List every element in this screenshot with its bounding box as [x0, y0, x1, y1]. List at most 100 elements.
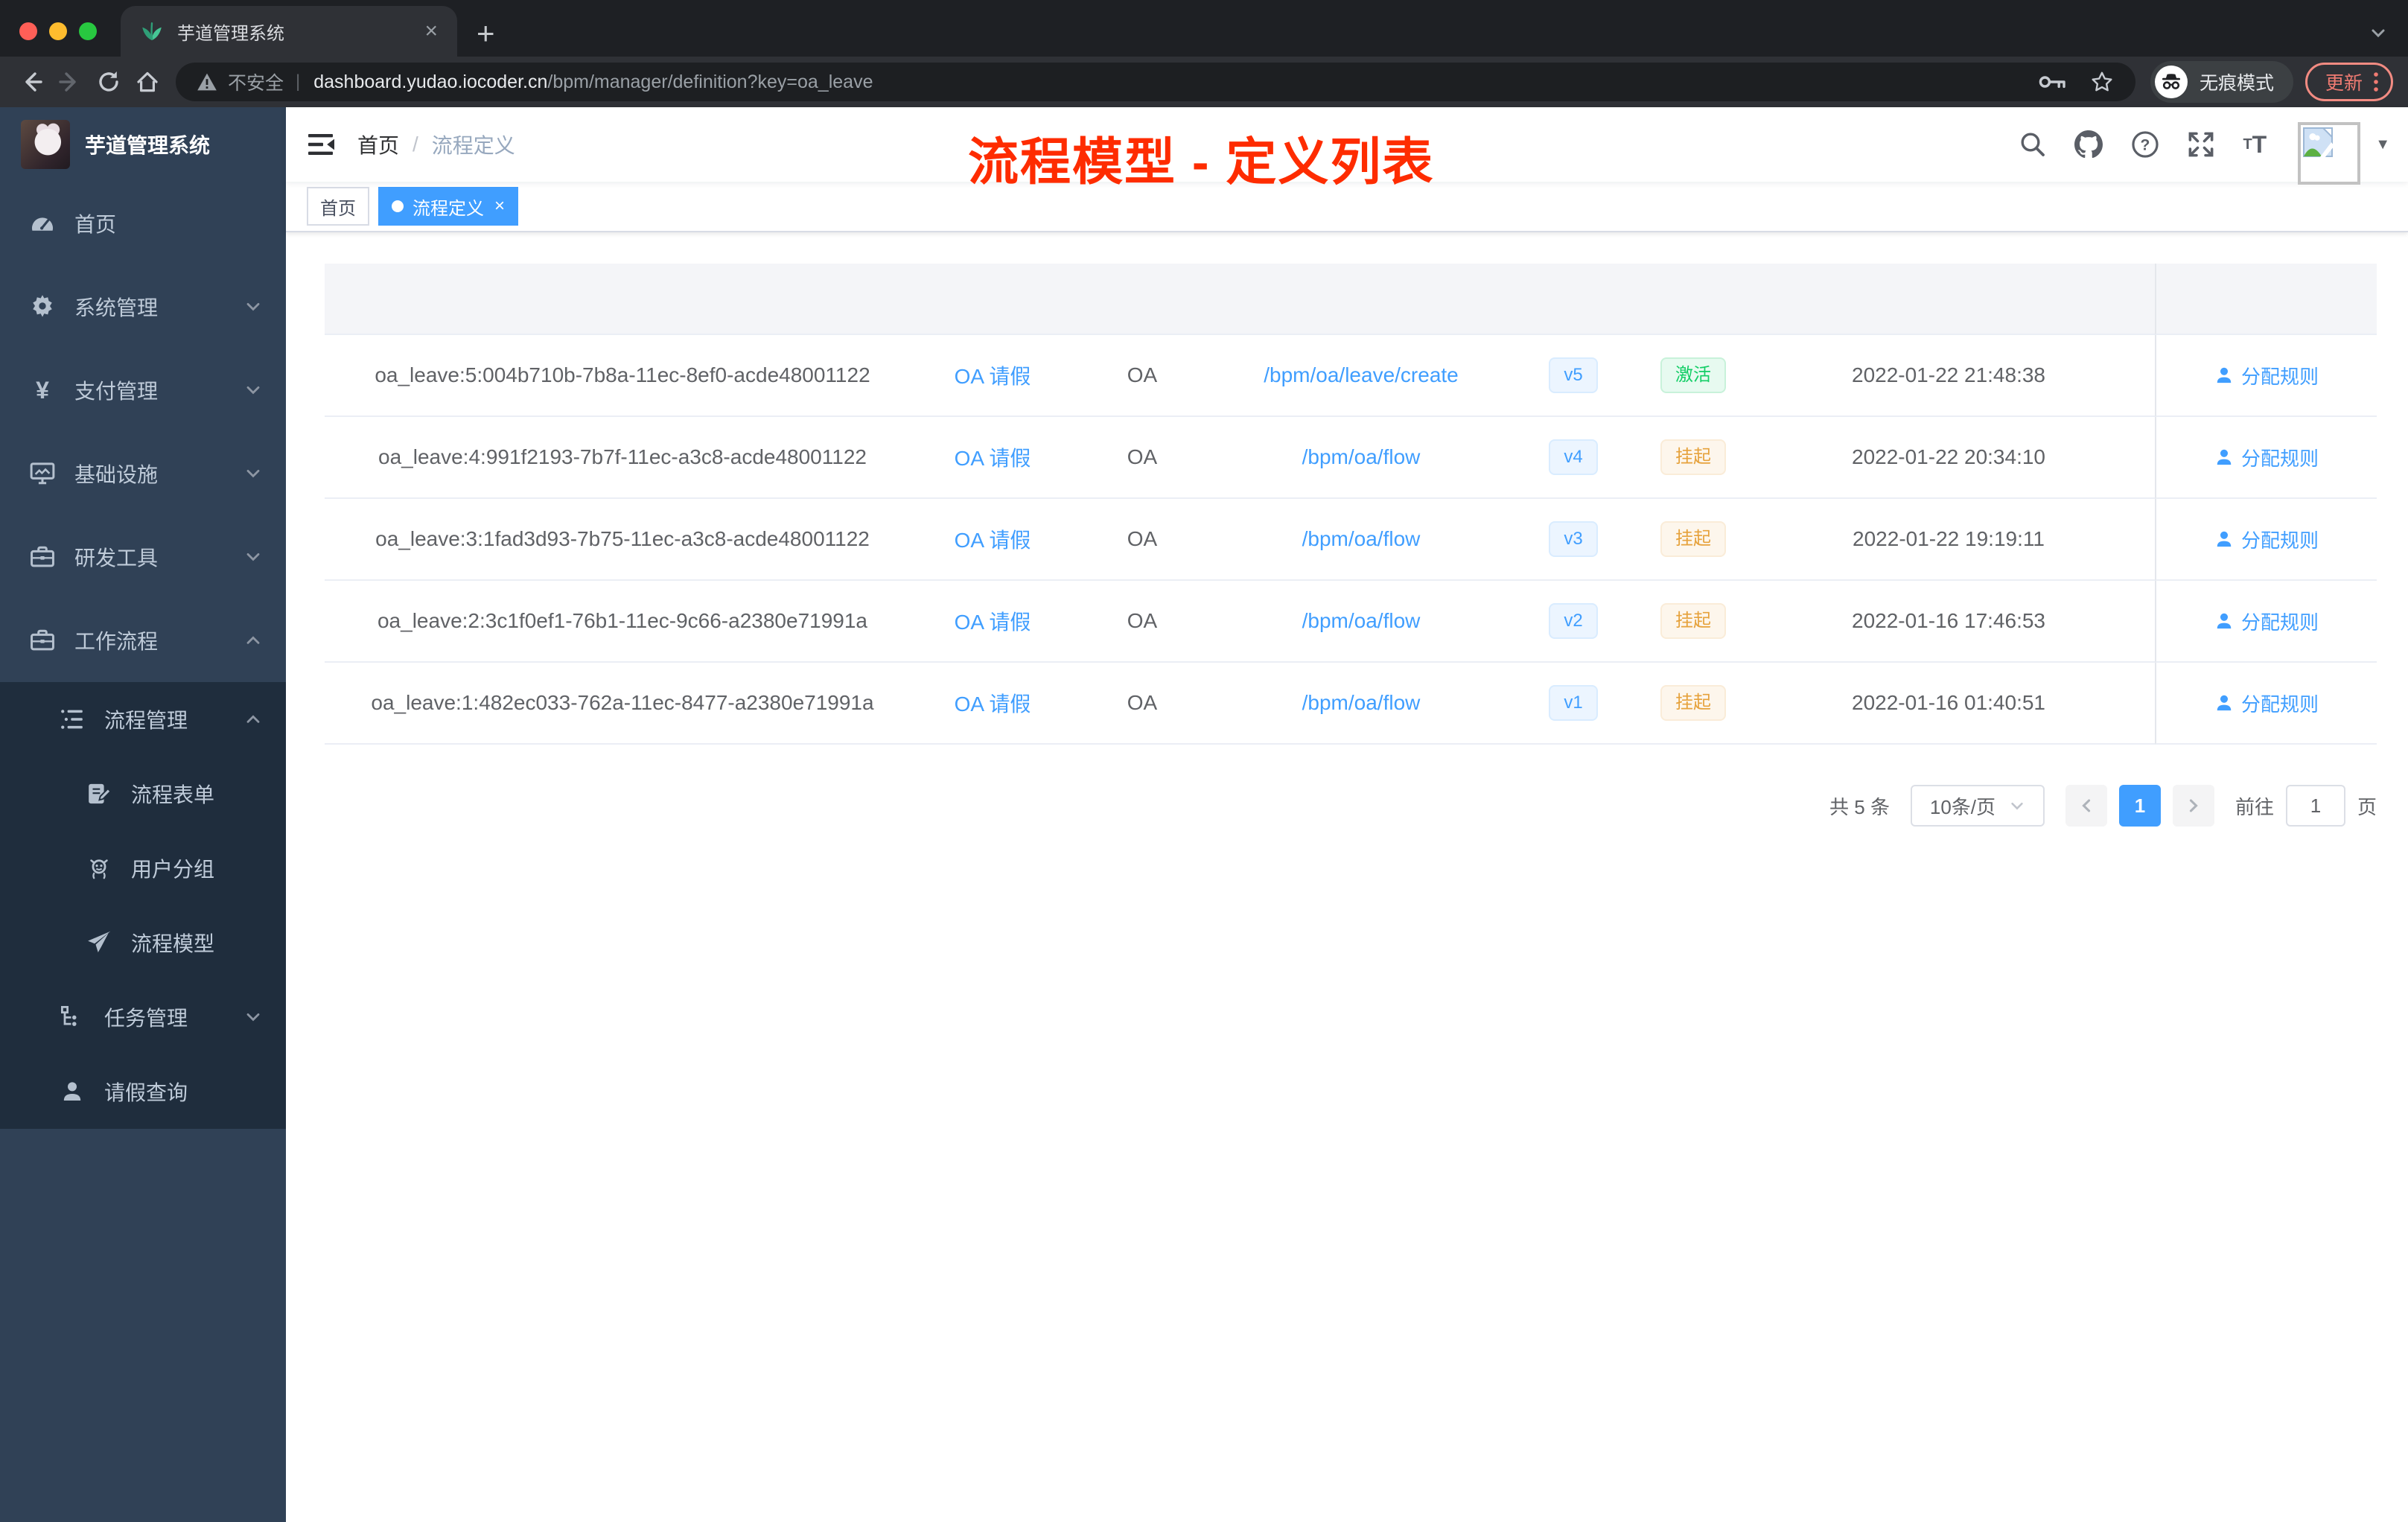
process-version-cell: v3 — [1503, 499, 1644, 581]
sidebar-main-menu: 首页 系统管理 ¥ 支付管理 基础设施 研发工具 工作流程 — [0, 182, 286, 682]
sidebar-collapse-button[interactable] — [286, 107, 357, 182]
status-cell: 挂起 — [1644, 581, 1742, 663]
font-size-icon[interactable]: TT — [2243, 131, 2267, 159]
password-key-icon[interactable] — [2039, 74, 2067, 90]
sidebar-submenu-item[interactable]: 任务管理 — [0, 980, 286, 1054]
definition-name-link[interactable]: OA 请假 — [955, 688, 1031, 718]
next-page-button[interactable] — [2172, 785, 2214, 827]
sidebar-submenu-item[interactable]: 流程模型 — [0, 905, 286, 980]
sidebar-submenu-item[interactable]: 流程表单 — [0, 757, 286, 831]
definition-id-cell: oa_leave:2:3c1f0ef1-76b1-11ec-9c66-a2380… — [325, 581, 920, 663]
status-cell: 挂起 — [1644, 417, 1742, 499]
definition-name-cell: OA 请假 — [920, 417, 1065, 499]
deploy-time-cell: 2022-01-22 21:48:38 — [1742, 335, 2155, 417]
table-header-cell — [1742, 264, 2155, 335]
browser-update-menu-button[interactable]: 更新 — [2305, 63, 2393, 101]
definition-name-cell: OA 请假 — [920, 581, 1065, 663]
tag-item[interactable]: 首页 — [307, 187, 369, 226]
status-cell: 挂起 — [1644, 499, 1742, 581]
actions-cell: 分配规则 — [2155, 663, 2377, 745]
assign-rule-button[interactable]: 分配规则 — [2214, 444, 2319, 471]
actions-cell: 分配规则 — [2155, 335, 2377, 417]
url-path: /bpm/manager/definition?key=oa_leave — [547, 71, 873, 92]
form-info-link[interactable]: /bpm/oa/leave/create — [1264, 363, 1459, 387]
table-header-cell — [920, 264, 1065, 335]
assign-rule-button[interactable]: 分配规则 — [2214, 690, 2319, 717]
browser-tab[interactable]: 芋道管理系统 × — [121, 6, 457, 57]
help-icon[interactable]: ? — [2131, 130, 2159, 159]
deploy-time-cell: 2022-01-16 01:40:51 — [1742, 663, 2155, 745]
page-size-select[interactable]: 10条/页 — [1910, 785, 2045, 827]
assign-rule-label: 分配规则 — [2240, 447, 2319, 470]
user-avatar-menu[interactable]: ▼ — [2298, 104, 2390, 185]
tab-close-icon[interactable]: × — [420, 20, 442, 42]
window-close-button[interactable] — [19, 22, 37, 40]
sidebar-menu-item[interactable]: 基础设施 — [0, 432, 286, 515]
tag-label: 首页 — [320, 198, 356, 219]
current-page-button[interactable]: 1 — [2118, 785, 2161, 827]
new-tab-button[interactable]: + — [477, 18, 495, 49]
window-minimize-button[interactable] — [49, 22, 67, 40]
github-icon[interactable] — [2074, 130, 2103, 159]
app-title: 芋道管理系统 — [85, 134, 211, 157]
actions-cell: 分配规则 — [2155, 499, 2377, 581]
forward-button[interactable] — [51, 63, 89, 101]
assign-rule-button[interactable]: 分配规则 — [2214, 608, 2319, 635]
definition-name-cell: OA 请假 — [920, 499, 1065, 581]
not-secure-warning-icon — [197, 72, 217, 92]
sidebar-menu-item[interactable]: 系统管理 — [0, 265, 286, 348]
table-body: oa_leave:5:004b710b-7b8a-11ec-8ef0-acde4… — [325, 335, 2377, 745]
screenshot-root: 芋道管理系统 × + 不安全 | dashboard.yudao.iocoder… — [0, 0, 2408, 1522]
sidebar-submenu-item[interactable]: 用户分组 — [0, 831, 286, 905]
pagination: 共 5 条 10条/页 1 前往 1 页 — [325, 785, 2377, 827]
definition-name-link[interactable]: OA 请假 — [955, 442, 1031, 472]
form-info-link[interactable]: /bpm/oa/flow — [1302, 609, 1421, 633]
breadcrumb-home[interactable]: 首页 — [357, 130, 399, 159]
goto-page-input[interactable] — [2285, 785, 2345, 827]
sidebar-menu-item[interactable]: ¥ 支付管理 — [0, 348, 286, 432]
reload-button[interactable] — [89, 63, 128, 101]
sidebar-menu-item[interactable]: 研发工具 — [0, 515, 286, 599]
sidebar-menu-item[interactable]: 首页 — [0, 182, 286, 265]
form-info-link[interactable]: /bpm/oa/flow — [1302, 527, 1421, 551]
tag-item[interactable]: 流程定义 × — [378, 187, 519, 226]
table-header-cell — [1220, 264, 1503, 335]
logo-image — [21, 120, 70, 169]
status-cell: 挂起 — [1644, 663, 1742, 745]
table-header-cell — [1065, 264, 1220, 335]
actions-cell: 分配规则 — [2155, 581, 2377, 663]
back-button[interactable] — [12, 63, 51, 101]
assign-rule-button[interactable]: 分配规则 — [2214, 362, 2319, 389]
fullscreen-icon[interactable] — [2188, 131, 2214, 158]
window-controls — [19, 22, 97, 40]
definition-name-link[interactable]: OA 请假 — [955, 524, 1031, 554]
site-favicon-icon — [140, 19, 164, 43]
home-button[interactable] — [128, 63, 167, 101]
sidebar-item-label: 请假查询 — [104, 1081, 188, 1104]
definition-category-cell: OA — [1065, 335, 1220, 417]
definition-name-link[interactable]: OA 请假 — [955, 606, 1031, 636]
definition-category-cell: OA — [1065, 581, 1220, 663]
status-badge: 挂起 — [1660, 602, 1726, 640]
form-info-link[interactable]: /bpm/oa/flow — [1302, 445, 1421, 469]
select-chevron-icon — [2009, 797, 2025, 814]
sidebar-menu-item[interactable]: 工作流程 — [0, 599, 286, 682]
prev-page-button[interactable] — [2065, 785, 2107, 827]
app-logo[interactable]: 芋道管理系统 — [0, 107, 286, 182]
table-row: oa_leave:5:004b710b-7b8a-11ec-8ef0-acde4… — [325, 335, 2377, 417]
definition-id-cell: oa_leave:1:482ec033-762a-11ec-8477-a2380… — [325, 663, 920, 745]
bookmark-star-icon[interactable] — [2089, 69, 2115, 95]
definition-name-link[interactable]: OA 请假 — [955, 360, 1031, 390]
tag-close-icon[interactable]: × — [494, 197, 505, 215]
sidebar-submenu-item[interactable]: 流程管理 — [0, 682, 286, 757]
assign-rule-button[interactable]: 分配规则 — [2214, 526, 2319, 553]
search-icon[interactable] — [2019, 131, 2046, 158]
window-fullscreen-button[interactable] — [79, 22, 97, 40]
sidebar-item-label: 工作流程 — [74, 630, 159, 653]
url-domain: dashboard.yudao.iocoder.cn — [313, 71, 548, 92]
total-count-label: 共 5 条 — [1829, 795, 1890, 818]
tab-search-chevron-icon[interactable] — [2369, 24, 2387, 42]
sidebar-submenu-item[interactable]: 请假查询 — [0, 1054, 286, 1129]
address-bar[interactable]: 不安全 | dashboard.yudao.iocoder.cn/bpm/man… — [176, 63, 2135, 101]
form-info-link[interactable]: /bpm/oa/flow — [1302, 691, 1421, 715]
